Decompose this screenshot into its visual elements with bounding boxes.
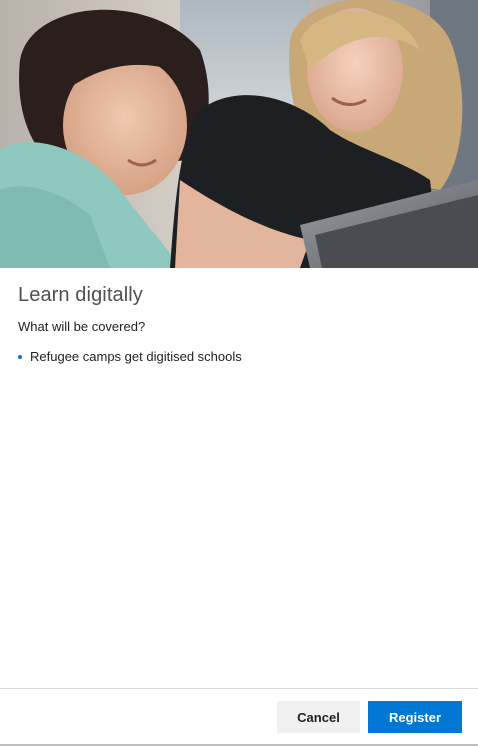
dialog-content: Learn digitally What will be covered? Re… [18,268,460,366]
bullet-icon [18,355,22,359]
list-item: Refugee camps get digitised schools [18,348,460,366]
cancel-button[interactable]: Cancel [277,701,360,733]
dialog-title: Learn digitally [18,284,143,306]
topics-list: Refugee camps get digitised schools [18,348,460,366]
event-dialog: Learn digitally What will be covered? Re… [0,0,478,746]
dialog-subtitle: What will be covered? [18,319,146,334]
register-button[interactable]: Register [368,701,462,733]
dialog-footer: Cancel Register [0,688,478,746]
list-item-label: Refugee camps get digitised schools [30,349,242,364]
hero-image [0,0,478,268]
